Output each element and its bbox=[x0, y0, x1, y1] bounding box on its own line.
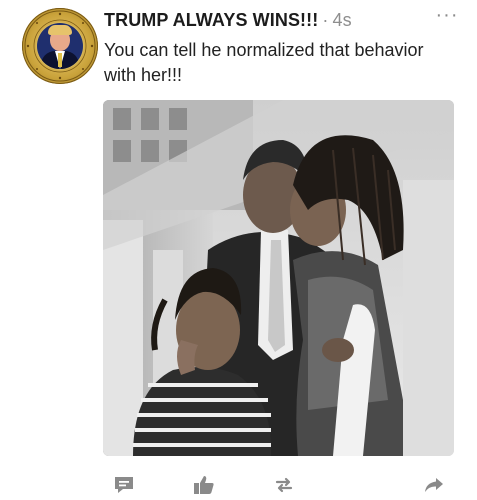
repost-button[interactable] bbox=[272, 473, 298, 497]
action-bar bbox=[0, 470, 477, 500]
comment-button[interactable] bbox=[112, 473, 138, 497]
photo-family-icon bbox=[103, 100, 454, 456]
post-photo[interactable] bbox=[103, 100, 454, 456]
avatar[interactable] bbox=[22, 8, 98, 84]
share-icon bbox=[425, 478, 443, 492]
share-button[interactable] bbox=[422, 473, 448, 497]
comment-icon bbox=[115, 477, 133, 493]
author-name[interactable]: TRUMP ALWAYS WINS!!! bbox=[104, 10, 318, 30]
like-icon bbox=[194, 476, 214, 494]
header-separator: · bbox=[322, 10, 329, 30]
repost-icon bbox=[275, 477, 293, 493]
avatar-portrait bbox=[37, 23, 83, 69]
like-button[interactable] bbox=[192, 473, 218, 497]
post-header: TRUMP ALWAYS WINS!!! · 4s bbox=[104, 10, 352, 31]
social-post: TRUMP ALWAYS WINS!!! · 4s ··· You can tell… bbox=[0, 0, 477, 500]
post-timestamp[interactable]: 4s bbox=[332, 10, 351, 30]
post-text: You can tell he normalized that behavior… bbox=[104, 40, 424, 85]
more-options-icon[interactable]: ··· bbox=[432, 4, 462, 26]
